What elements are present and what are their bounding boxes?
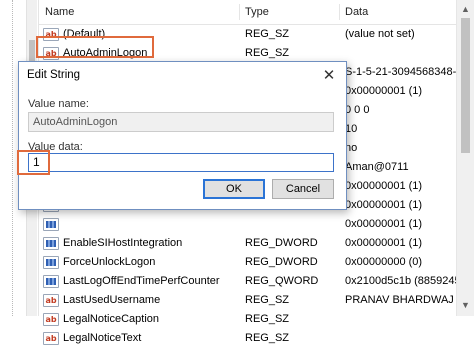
value-data-cell: 10 bbox=[345, 123, 358, 135]
value-name-cell: ab LastUsedUsername bbox=[43, 291, 239, 310]
value-data-cell bbox=[345, 310, 457, 329]
scroll-up-icon[interactable]: ▲ bbox=[461, 4, 470, 14]
string-value-icon: ab bbox=[43, 294, 59, 307]
value-data-cell: Aman@0711 bbox=[345, 161, 409, 173]
value-name-cell: ab LegalNoticeText bbox=[43, 329, 239, 348]
autoadminlogon-highlight-box bbox=[36, 36, 154, 58]
value-type-cell: REG_DWORD bbox=[245, 256, 318, 268]
table-row[interactable]: LastLogOffEndTimePerfCounter REG_QWORD 0x2… bbox=[39, 272, 457, 291]
value-data-cell: 0x00000001 (1) bbox=[345, 199, 423, 211]
value-data-cell: (value not set) bbox=[345, 28, 415, 40]
table-row[interactable]: ab LegalNoticeCaption REG_SZ bbox=[39, 310, 457, 329]
binary-value-icon bbox=[43, 256, 59, 269]
value-name-label: Value name: bbox=[28, 98, 89, 110]
table-row[interactable]: ab LastUsedUsername REG_SZ PRANAV BHARDWAJ bbox=[39, 291, 457, 310]
value-data-cell: 0x00000001 (1) bbox=[345, 85, 423, 97]
value-data-cell: no bbox=[345, 142, 358, 154]
value-type-cell: REG_SZ bbox=[245, 28, 290, 40]
value-data-cell: 0x2100d5c1b (885924559 bbox=[345, 275, 457, 287]
scroll-down-icon[interactable]: ▼ bbox=[461, 300, 470, 310]
value-name-cell: ab LegalNoticeCaption bbox=[43, 310, 239, 329]
tree-connector-line bbox=[12, 0, 13, 316]
value-name-cell: ForceUnlockLogon bbox=[43, 253, 239, 272]
ok-button[interactable]: OK bbox=[203, 179, 265, 199]
binary-value-icon bbox=[43, 237, 59, 250]
column-header-data[interactable]: Data bbox=[339, 0, 457, 24]
value-data-cell: PRANAV BHARDWAJ bbox=[345, 294, 454, 306]
dialog-title: Edit String bbox=[27, 69, 81, 81]
value-name-text: LastLogOffEndTimePerfCounter bbox=[63, 275, 220, 287]
value-type-cell bbox=[245, 215, 345, 234]
value-data-cell: 0x00000000 (0) bbox=[345, 256, 423, 268]
value-type-cell: REG_SZ bbox=[245, 332, 290, 344]
value-name-text: LastUsedUsername bbox=[63, 294, 161, 306]
value-data-cell: 0x00000001 (1) bbox=[345, 180, 423, 192]
value-data-cell bbox=[345, 329, 457, 348]
value-name-cell: LastLogOffEndTimePerfCounter bbox=[43, 272, 239, 291]
value-name-text: LegalNoticeText bbox=[63, 332, 142, 344]
table-row[interactable]: EnableSIHostIntegration REG_DWORD 0x000000… bbox=[39, 234, 457, 253]
cancel-button[interactable]: Cancel bbox=[272, 179, 334, 199]
value-name-text: EnableSIHostIntegration bbox=[63, 237, 183, 249]
table-row[interactable]: ForceUnlockLogon REG_DWORD 0x00000000 (0) bbox=[39, 253, 457, 272]
value-data-cell: S-1-5-21-3094568348-274 bbox=[345, 66, 457, 78]
value-data-cell bbox=[345, 44, 457, 63]
value-name-text: ForceUnlockLogon bbox=[63, 256, 156, 268]
value-data-cell: 0 0 0 bbox=[345, 104, 370, 116]
scrollbar-thumb[interactable] bbox=[461, 18, 470, 153]
value-data-cell: 0x00000001 (1) bbox=[345, 218, 423, 230]
close-icon[interactable]: ✕ bbox=[317, 65, 341, 85]
value-name-field: AutoAdminLogon bbox=[28, 112, 334, 132]
vertical-scrollbar[interactable]: ▲ ▼ bbox=[456, 0, 474, 316]
value-name-text: LegalNoticeCaption bbox=[63, 313, 160, 325]
value-type-cell: REG_DWORD bbox=[245, 237, 318, 249]
value-type-cell: REG_QWORD bbox=[245, 275, 319, 287]
value-data-input[interactable]: 1 bbox=[28, 153, 334, 172]
string-value-icon: ab bbox=[43, 313, 59, 326]
column-header-type[interactable]: Type bbox=[239, 0, 345, 24]
value-data-highlight-box bbox=[17, 150, 50, 175]
table-row[interactable]: 0x00000001 (1) bbox=[39, 215, 457, 234]
binary-value-icon bbox=[43, 275, 59, 288]
value-name-cell bbox=[43, 215, 239, 234]
list-header: Name Type Data bbox=[39, 0, 457, 25]
string-value-icon: ab bbox=[43, 332, 59, 345]
binary-value-icon bbox=[43, 218, 59, 231]
value-data-cell: 0x00000001 (1) bbox=[345, 237, 423, 249]
column-header-name[interactable]: Name bbox=[39, 0, 239, 24]
value-type-cell: REG_SZ bbox=[245, 294, 290, 306]
value-type-cell: REG_SZ bbox=[245, 313, 290, 325]
value-name-cell: EnableSIHostIntegration bbox=[43, 234, 239, 253]
dialog-titlebar[interactable]: Edit String ✕ bbox=[19, 62, 346, 88]
table-row[interactable]: ab LegalNoticeText REG_SZ bbox=[39, 329, 457, 348]
edit-string-dialog: Edit String ✕ Value name: AutoAdminLogon… bbox=[17, 61, 347, 210]
